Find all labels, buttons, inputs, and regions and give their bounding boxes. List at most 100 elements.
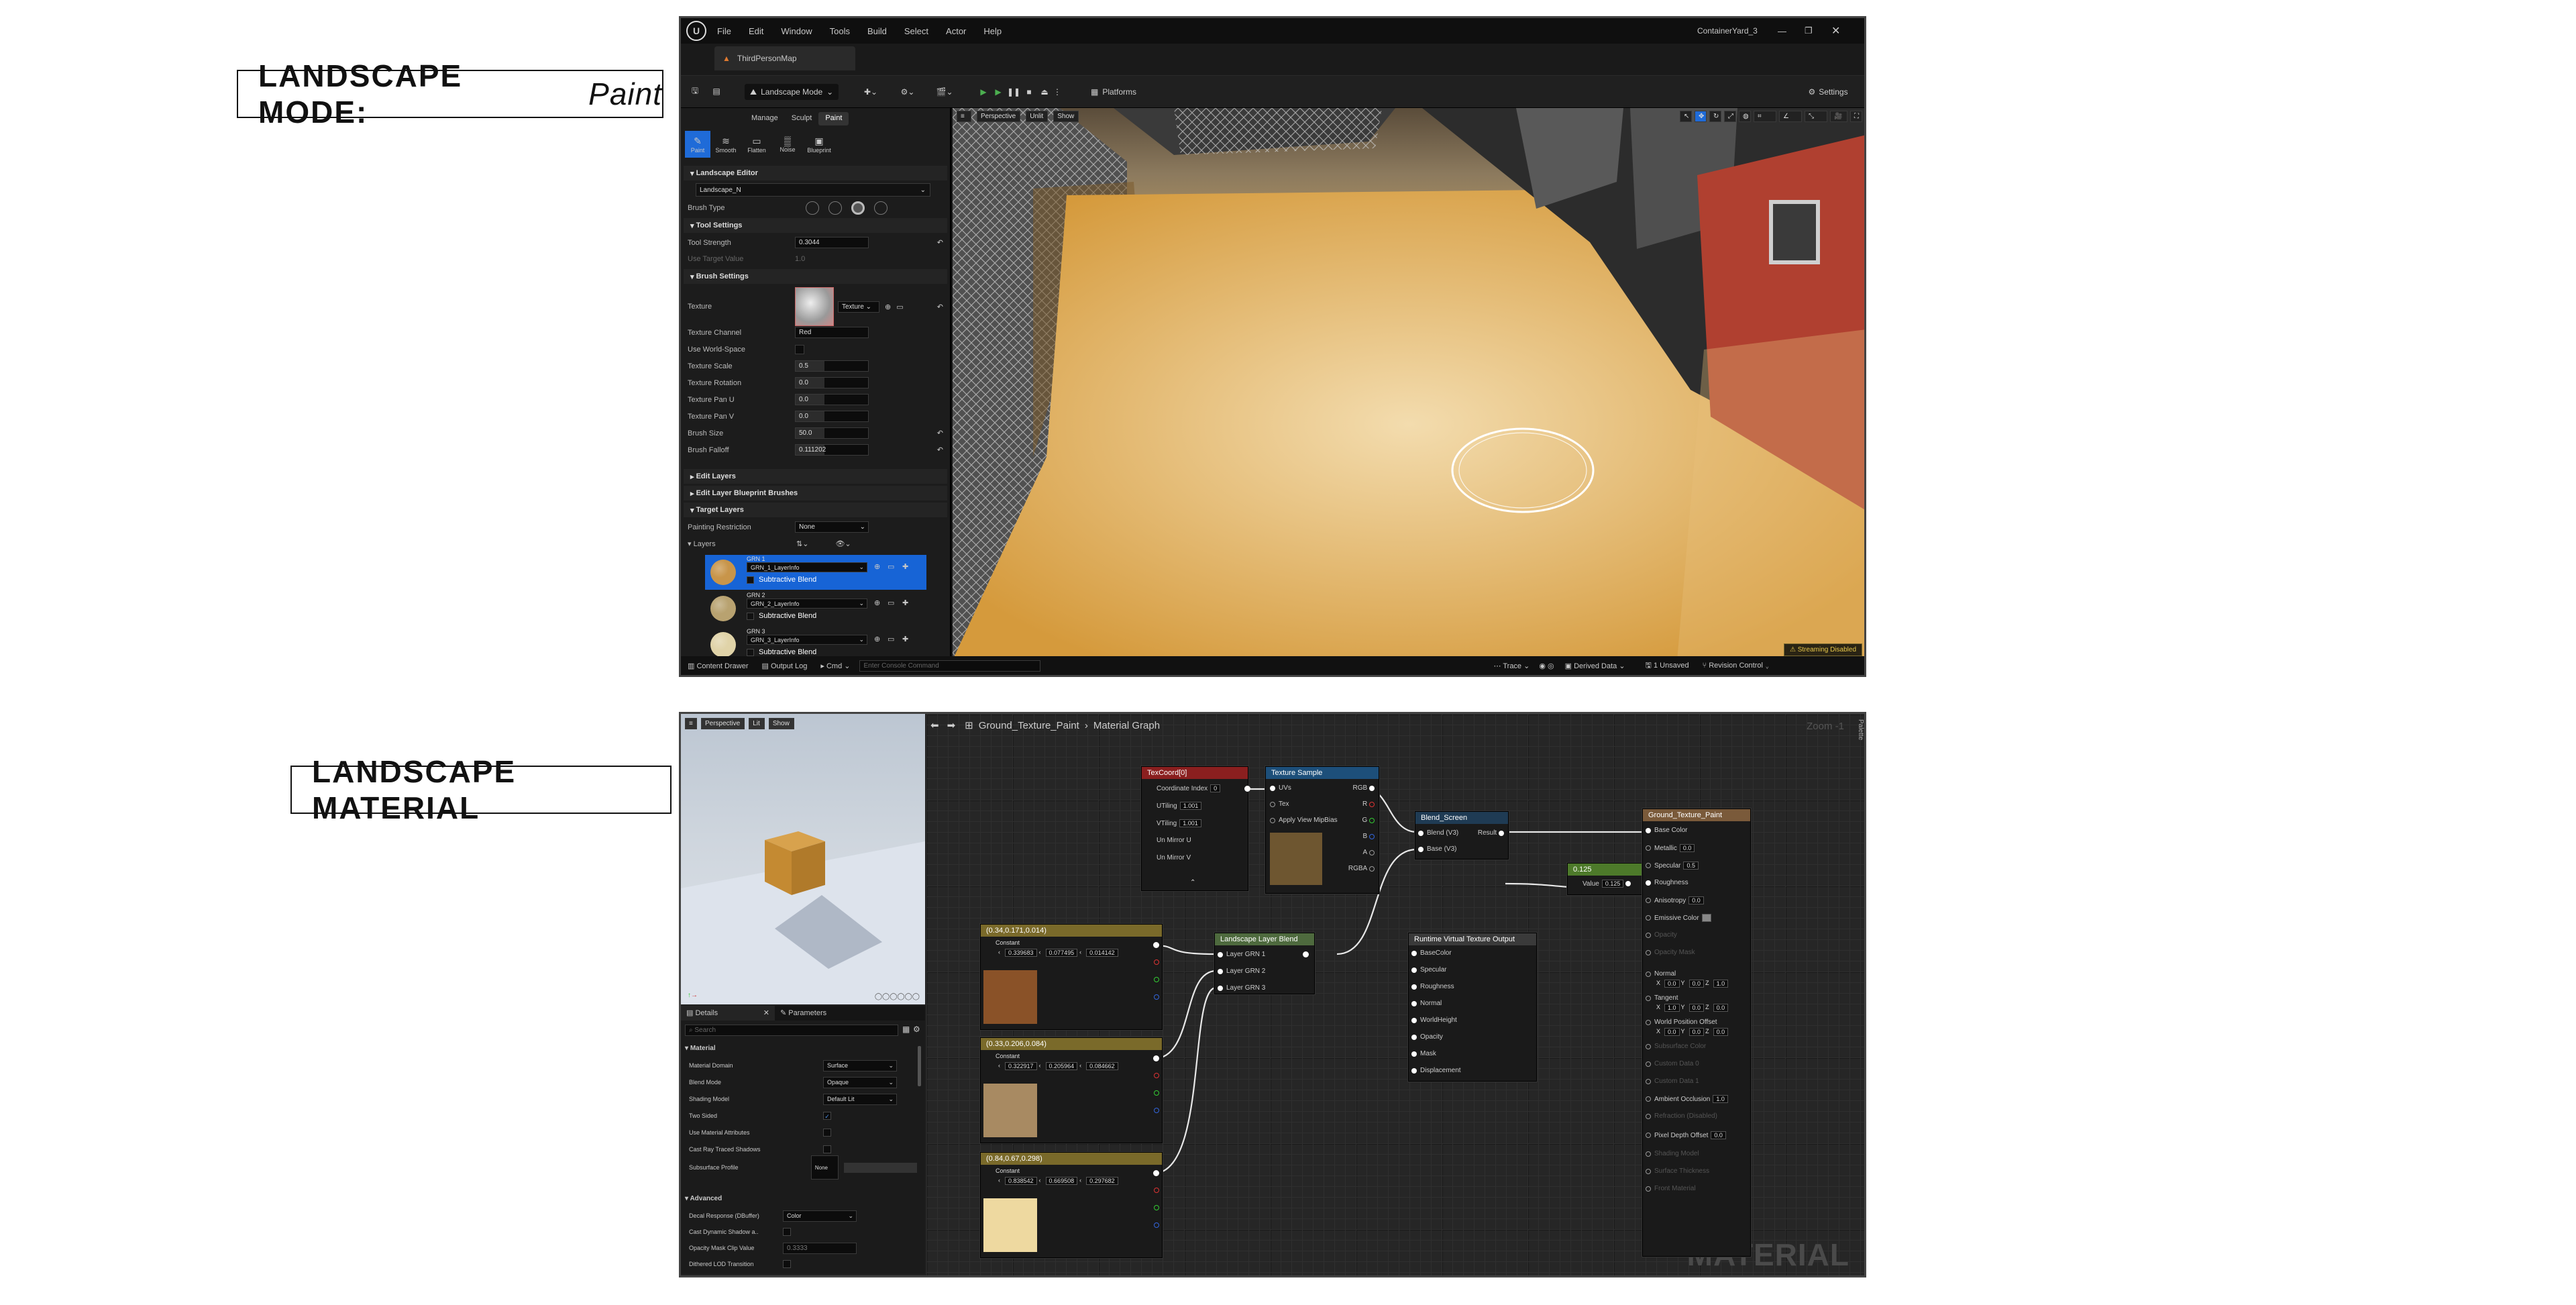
result-pin[interactable]: Front Material bbox=[1646, 1185, 1696, 1192]
result-pin[interactable]: World Position Offset bbox=[1646, 1019, 1717, 1026]
layer-more-icon[interactable]: ✚ bbox=[902, 562, 908, 571]
constant-r[interactable]: 0.838542 bbox=[1005, 1177, 1037, 1185]
output-log-button[interactable]: ▤ Output Log bbox=[762, 662, 808, 670]
add-actor-icon[interactable]: ✚⌄ bbox=[859, 84, 883, 100]
minimize-icon[interactable]: — bbox=[1778, 26, 1786, 36]
rvt-pin[interactable]: Mask bbox=[1411, 1050, 1436, 1057]
brush-prop-field[interactable]: 0.5 bbox=[795, 360, 869, 372]
constant-g[interactable]: 0.669508 bbox=[1045, 1177, 1078, 1185]
painting-restriction-dropdown[interactable]: None ⌄ bbox=[795, 521, 869, 533]
reset-icon[interactable]: ↶ bbox=[937, 238, 943, 247]
metallic-value[interactable]: 0.0 bbox=[1679, 844, 1695, 852]
pin-apply-view-mipbias[interactable]: Apply View MipBias bbox=[1270, 817, 1338, 824]
pin-value[interactable]: Value 0.125 bbox=[1582, 880, 1631, 888]
vector-z[interactable]: 0.0 bbox=[1713, 1028, 1729, 1036]
node-constant-1[interactable]: (0.34,0.171,0.014) Constant ‹ 0.339683 ‹ 0.07… bbox=[980, 924, 1163, 1030]
brush-prop-field[interactable] bbox=[795, 344, 804, 354]
advanced-checkbox[interactable] bbox=[783, 1260, 791, 1268]
layer-subtractive-checkbox[interactable] bbox=[747, 576, 754, 584]
layer-browse-icon[interactable]: ▭ bbox=[888, 635, 894, 643]
unsaved-button[interactable]: 🖫 1 Unsaved bbox=[1646, 660, 1689, 672]
vector-x[interactable]: 1.0 bbox=[1664, 1004, 1680, 1012]
constant-b-pin[interactable] bbox=[1154, 1108, 1159, 1113]
pin-unmirror-u[interactable]: Un Mirror U bbox=[1157, 837, 1191, 844]
material-preview[interactable]: ≡ Perspective Lit Show ↑→ ◯◯◯◯◯◯ bbox=[681, 714, 925, 1004]
tab-sculpt[interactable]: Sculpt bbox=[785, 112, 819, 125]
rvt-pin[interactable]: Specular bbox=[1411, 966, 1446, 974]
snap-scale-icon[interactable]: ⤡ bbox=[1805, 111, 1827, 122]
layer-browse-icon[interactable]: ▭ bbox=[888, 562, 894, 571]
node-layer-blend[interactable]: Landscape Layer Blend Layer GRN 1 Layer … bbox=[1214, 933, 1315, 994]
result-pin[interactable]: Refraction (Disabled) bbox=[1646, 1112, 1717, 1120]
node-material-result[interactable]: Ground_Texture_Paint Base Color Metallic 0… bbox=[1642, 808, 1751, 1257]
details-section-material[interactable]: ▾ Material bbox=[685, 1045, 716, 1052]
node-constant-2[interactable]: (0.33,0.206,0.084) Constant ‹ 0.322917 ‹ 0.20… bbox=[980, 1037, 1163, 1143]
layer-add-icon[interactable]: ⊕ bbox=[874, 598, 880, 607]
material-graph[interactable]: ⬅ ➡ ⊞ Ground_Texture_Paint › Material Gr… bbox=[926, 714, 1864, 1275]
show-button[interactable]: Show bbox=[1053, 111, 1079, 122]
layer-item[interactable]: GRN 1 GRN_1_LayerInfo ⌄ ⊕ ▭ ✚ Subtractive Blen… bbox=[705, 555, 926, 590]
utiling-value[interactable]: 1.001 bbox=[1179, 802, 1202, 810]
translate-icon[interactable]: ✥ bbox=[1695, 111, 1707, 122]
menu-build[interactable]: Build bbox=[867, 26, 887, 36]
detail-dropdown[interactable]: Default Lit ⌄ bbox=[823, 1093, 897, 1105]
cmd-dropdown[interactable]: ▸ Cmd ⌄ bbox=[820, 662, 850, 670]
tool-paint[interactable]: ✎ Paint bbox=[685, 131, 710, 158]
result-pin[interactable]: Anisotropy 0.0 bbox=[1646, 896, 1704, 904]
brush-prop-field[interactable]: 0.111202 bbox=[795, 444, 869, 456]
result-pin[interactable]: Shading Model bbox=[1646, 1150, 1699, 1157]
section-landscape-editor[interactable]: ▾ Landscape Editor bbox=[684, 166, 947, 180]
eye-icon[interactable]: 👁⌄ bbox=[835, 539, 851, 548]
texcoord-output-pin[interactable] bbox=[1244, 786, 1250, 792]
snap-rotate-icon[interactable]: ∠ bbox=[1779, 111, 1802, 122]
content-drawer-button[interactable]: ▥ Content Drawer bbox=[688, 662, 749, 670]
result-pin[interactable]: Opacity Mask bbox=[1646, 949, 1695, 956]
pin-utiling[interactable]: UTiling 1.001 bbox=[1157, 802, 1202, 810]
tab-parameters[interactable]: ✎ Parameters bbox=[775, 1006, 869, 1021]
vector-y[interactable]: 0.0 bbox=[1688, 1028, 1705, 1036]
mode-dropdown[interactable]: ⛰ Landscape Mode ⌄ bbox=[745, 84, 839, 100]
settings-button[interactable]: ⚙ Settings bbox=[1798, 84, 1858, 100]
play-icon[interactable]: ▶ bbox=[976, 84, 991, 100]
anisotropy-value[interactable]: 0.0 bbox=[1688, 896, 1704, 904]
constant-g-pin[interactable] bbox=[1154, 977, 1159, 982]
rotate-icon[interactable]: ↻ bbox=[1709, 111, 1721, 122]
constant-r-pin[interactable] bbox=[1154, 1073, 1159, 1078]
section-edit-layer-blueprint[interactable]: ▸ Edit Layer Blueprint Brushes bbox=[684, 486, 947, 501]
constant-r-pin[interactable] bbox=[1154, 959, 1159, 965]
maximize-viewport-icon[interactable]: ⛶ bbox=[1850, 111, 1862, 122]
reset-icon[interactable]: ↶ bbox=[937, 303, 943, 311]
perspective-button[interactable]: Perspective bbox=[977, 111, 1021, 122]
landscape-select[interactable]: Landscape_N ⌄ bbox=[696, 183, 930, 197]
result-pin[interactable]: Pixel Depth Offset 0.0 bbox=[1646, 1131, 1726, 1139]
result-pin[interactable]: Base Color bbox=[1646, 827, 1687, 834]
brush-prop-field[interactable]: 0.0 bbox=[795, 394, 869, 405]
menu-actor[interactable]: Actor bbox=[946, 26, 966, 36]
save-icon[interactable]: 🖫 bbox=[688, 84, 702, 99]
layer-add-icon[interactable]: ⊕ bbox=[874, 562, 880, 571]
constant-r[interactable]: 0.339683 bbox=[1005, 949, 1037, 957]
rvt-pin[interactable]: BaseColor bbox=[1411, 949, 1452, 957]
result-pin[interactable]: Opacity bbox=[1646, 931, 1677, 939]
pin-result[interactable]: Result bbox=[1478, 829, 1504, 837]
preview-show-button[interactable]: Show bbox=[768, 718, 794, 729]
layer-browse-icon[interactable]: ▭ bbox=[888, 598, 894, 607]
result-pin[interactable]: Subsurface Color bbox=[1646, 1043, 1706, 1050]
tool-strength-field[interactable]: 0.3044 bbox=[795, 237, 869, 248]
rvt-pin[interactable]: Normal bbox=[1411, 1000, 1442, 1007]
vtiling-value[interactable]: 1.001 bbox=[1179, 819, 1201, 827]
result-pin[interactable]: Tangent bbox=[1646, 994, 1678, 1002]
pause-icon[interactable]: ❚❚ bbox=[1006, 84, 1021, 100]
vector-y[interactable]: 0.0 bbox=[1688, 1004, 1705, 1012]
grid-view-icon[interactable]: ▦ bbox=[902, 1025, 910, 1034]
layer-info-dropdown[interactable]: GRN_2_LayerInfo ⌄ bbox=[747, 598, 867, 609]
pin-vtiling[interactable]: VTiling 1.001 bbox=[1157, 819, 1201, 827]
snap-grid-icon[interactable]: ⌗ bbox=[1754, 111, 1776, 122]
specular-value[interactable]: 0.5 bbox=[1683, 862, 1699, 870]
camera-speed-icon[interactable]: 🎥 bbox=[1830, 111, 1847, 122]
detail-checkbox[interactable] bbox=[823, 1129, 831, 1137]
pin-rgba[interactable]: RGBA bbox=[1348, 865, 1375, 872]
result-pin[interactable]: Normal bbox=[1646, 970, 1676, 978]
scale-icon[interactable]: ⤢ bbox=[1724, 111, 1736, 122]
section-brush-settings[interactable]: ▾ Brush Settings bbox=[684, 269, 947, 284]
